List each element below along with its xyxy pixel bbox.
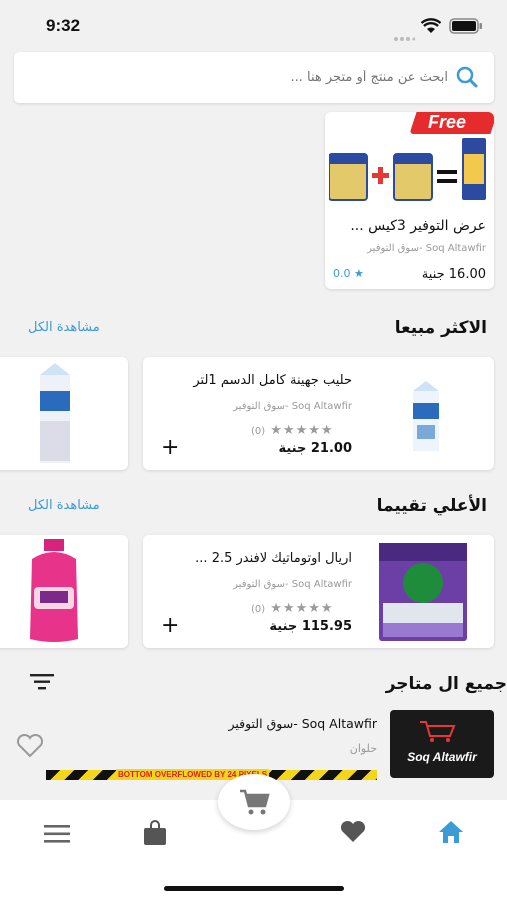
store-name: Soq Altawfir -سوق التوفير: [228, 716, 377, 731]
store-location: حلوان: [349, 742, 377, 755]
store-logo: Soq Altawfir: [390, 710, 494, 778]
cart-icon: [238, 788, 270, 820]
best-selling-see-all[interactable]: مشاهدة الكل: [28, 320, 100, 335]
status-bar: 9:32: [0, 0, 507, 48]
menu-icon[interactable]: [44, 825, 70, 847]
bag-icon[interactable]: [143, 820, 167, 850]
cart-button[interactable]: [218, 774, 290, 830]
add-to-cart-plus-icon[interactable]: +: [161, 615, 179, 637]
rating-stars-milk: (0) ★★★★★: [251, 419, 334, 438]
all-stores-title: جميع ال متاجر: [385, 674, 507, 694]
rating-count-ariel: (0): [251, 604, 266, 615]
product-price-milk: 21.00 جنية: [278, 441, 352, 456]
product-price-ariel: 115.95 جنية: [269, 619, 352, 634]
signal-icon: [393, 27, 416, 41]
product-image-ariel: [377, 539, 469, 647]
cart-logo-icon: [418, 718, 458, 746]
rating-count-milk: (0): [251, 426, 266, 437]
home-icon[interactable]: [437, 819, 465, 849]
star-icon: ★★★★★: [270, 423, 334, 438]
product-store-ariel: Soq Altawfir -سوق التوفير: [233, 579, 352, 590]
heart-icon[interactable]: [339, 820, 367, 848]
top-rated-card-partial[interactable]: [0, 535, 128, 648]
offer-store: Soq Altawfir -سوق التوفير: [367, 243, 486, 254]
top-rated-see-all[interactable]: مشاهدة الكل: [28, 498, 100, 513]
product-card-milk[interactable]: حليب جهينة كامل الدسم 1لتر Soq Altawfir …: [143, 357, 494, 470]
offer-title: عرض التوفير 3كيس ...: [350, 218, 486, 234]
free-badge-label: Free: [428, 112, 467, 132]
product-store-milk: Soq Altawfir -سوق التوفير: [233, 401, 352, 412]
search-icon[interactable]: [456, 66, 478, 92]
product-name-ariel: اريال اوتوماتيك لافندر 2.5 ...: [195, 551, 352, 566]
rating-stars-ariel: (0) ★★★★★: [251, 597, 334, 616]
top-rated-title: الأعلي تقييما: [376, 496, 487, 516]
product-card-ariel[interactable]: اريال اوتوماتيك لافندر 2.5 ... Soq Altaw…: [143, 535, 494, 648]
add-to-cart-plus-icon[interactable]: +: [161, 437, 179, 459]
status-time: 9:32: [46, 16, 81, 35]
offer-rating-value: 0.0: [333, 267, 351, 280]
star-icon: ★★★★★: [270, 601, 334, 616]
product-image-milk: [411, 381, 441, 457]
search-bar[interactable]: [14, 52, 494, 103]
store-logo-text: Soq Altawfir: [407, 750, 477, 764]
favorite-heart-icon[interactable]: [16, 733, 44, 762]
offer-price: 16.00 جنية: [421, 267, 486, 282]
battery-icon: [449, 18, 483, 38]
best-selling-title: الاكثر مبيعا: [394, 318, 487, 338]
milk-carton-image: [36, 361, 74, 469]
vanish-bottle-image: [24, 539, 84, 648]
star-icon: ★: [354, 267, 364, 280]
search-input[interactable]: [28, 62, 448, 93]
filter-icon[interactable]: [30, 674, 54, 694]
wifi-icon: [420, 18, 442, 38]
product-name-milk: حليب جهينة كامل الدسم 1لتر: [193, 373, 352, 388]
best-selling-card-partial[interactable]: [0, 357, 128, 470]
offer-card[interactable]: Free عرض التوفير 3كيس ... Soq Altawfir -…: [325, 112, 494, 289]
offer-rating: 0.0 ★: [333, 267, 364, 280]
home-indicator: [164, 886, 344, 891]
